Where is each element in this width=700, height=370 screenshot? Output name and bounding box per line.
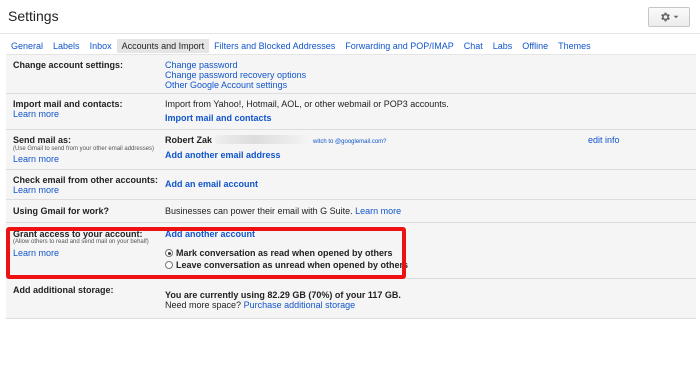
row-label: Import mail and contacts: [13, 99, 123, 109]
row-label: Using Gmail for work? [13, 206, 110, 216]
row-check-email: Check email from other accounts: Learn m… [6, 170, 696, 200]
top-bar: Settings [0, 0, 700, 33]
edit-info-link[interactable]: edit info [588, 135, 620, 145]
row-sublabel: (Use Gmail to send from your other email… [13, 146, 155, 152]
mark-read-option[interactable]: Mark conversation as read when opened by… [165, 248, 393, 258]
option-label: Mark conversation as read when opened by… [176, 248, 393, 258]
need-more-text: Need more space? [165, 300, 242, 310]
tab-labs[interactable]: Labs [488, 39, 518, 53]
add-email-account-button[interactable]: Add an email account [165, 179, 258, 189]
work-description: Businesses can power their email with G … [165, 206, 401, 216]
switch-domain-link[interactable]: witch to @googlemail.com? [313, 139, 386, 145]
change-recovery-link[interactable]: Change password recovery options [165, 70, 306, 80]
settings-button[interactable] [648, 7, 690, 27]
tab-chat[interactable]: Chat [459, 39, 488, 53]
row-label: Change account settings: [13, 60, 124, 70]
send-as-entry: Robert Zak witch to @googlemail.com? [165, 135, 387, 145]
row-import: Import mail and contacts: Learn more Imp… [6, 94, 696, 130]
learn-more-link[interactable]: Learn more [13, 185, 59, 195]
learn-more-link[interactable]: Learn more [13, 248, 59, 258]
add-email-address-button[interactable]: Add another email address [165, 150, 281, 160]
tab-offline[interactable]: Offline [517, 39, 553, 53]
row-change-account: Change account settings: Change password… [6, 55, 696, 94]
leave-unread-option[interactable]: Leave conversation as unread when opened… [165, 260, 408, 270]
row-label: Send mail as: [13, 135, 72, 145]
tab-inbox[interactable]: Inbox [85, 39, 117, 53]
gsuite-text: Businesses can power their email with G … [165, 206, 353, 216]
chevron-down-icon [673, 14, 679, 20]
row-send-as: Send mail as: (Use Gmail to send from yo… [6, 130, 696, 170]
storage-usage: You are currently using 82.29 GB (70%) o… [165, 290, 401, 300]
row-label: Add additional storage: [13, 285, 114, 295]
radio-unselected[interactable] [165, 261, 173, 269]
row-label: Check email from other accounts: [13, 175, 159, 185]
change-password-link[interactable]: Change password [165, 60, 238, 70]
tab-accounts-and-import[interactable]: Accounts and Import [116, 39, 210, 53]
option-label: Leave conversation as unread when opened… [176, 260, 409, 270]
add-another-account-button[interactable]: Add another account [165, 229, 255, 239]
row-storage: Add additional storage: You are currentl… [6, 279, 696, 319]
row-sublabel: (Allow others to read and send mail on y… [13, 239, 149, 245]
storage-more: Need more space? Purchase additional sto… [165, 300, 355, 310]
learn-more-link[interactable]: Learn more [13, 154, 59, 164]
header-divider [0, 33, 700, 34]
redacted-email [214, 135, 311, 144]
tab-filters[interactable]: Filters and Blocked Addresses [209, 39, 340, 53]
import-mail-button[interactable]: Import mail and contacts [165, 113, 272, 123]
other-settings-link[interactable]: Other Google Account settings [165, 80, 287, 90]
gear-icon [659, 11, 671, 23]
tab-forwarding[interactable]: Forwarding and POP/IMAP [340, 39, 459, 53]
page-title: Settings [8, 8, 59, 24]
radio-selected[interactable] [165, 249, 173, 257]
purchase-storage-link[interactable]: Purchase additional storage [244, 300, 356, 310]
row-grant-access: Grant access to your account: (Allow oth… [6, 223, 696, 279]
settings-tabs: General Labels Inbox Accounts and Import… [6, 39, 596, 53]
row-work: Using Gmail for work? Businesses can pow… [6, 200, 696, 223]
tab-labels[interactable]: Labels [48, 39, 85, 53]
learn-more-link[interactable]: Learn more [355, 206, 401, 216]
tab-themes[interactable]: Themes [553, 39, 596, 53]
tab-general[interactable]: General [6, 39, 48, 53]
import-description: Import from Yahoo!, Hotmail, AOL, or oth… [165, 99, 449, 109]
learn-more-link[interactable]: Learn more [13, 109, 59, 119]
sender-name: Robert Zak [165, 135, 213, 145]
settings-rows: Change account settings: Change password… [6, 55, 696, 319]
row-label: Grant access to your account: [13, 229, 143, 239]
